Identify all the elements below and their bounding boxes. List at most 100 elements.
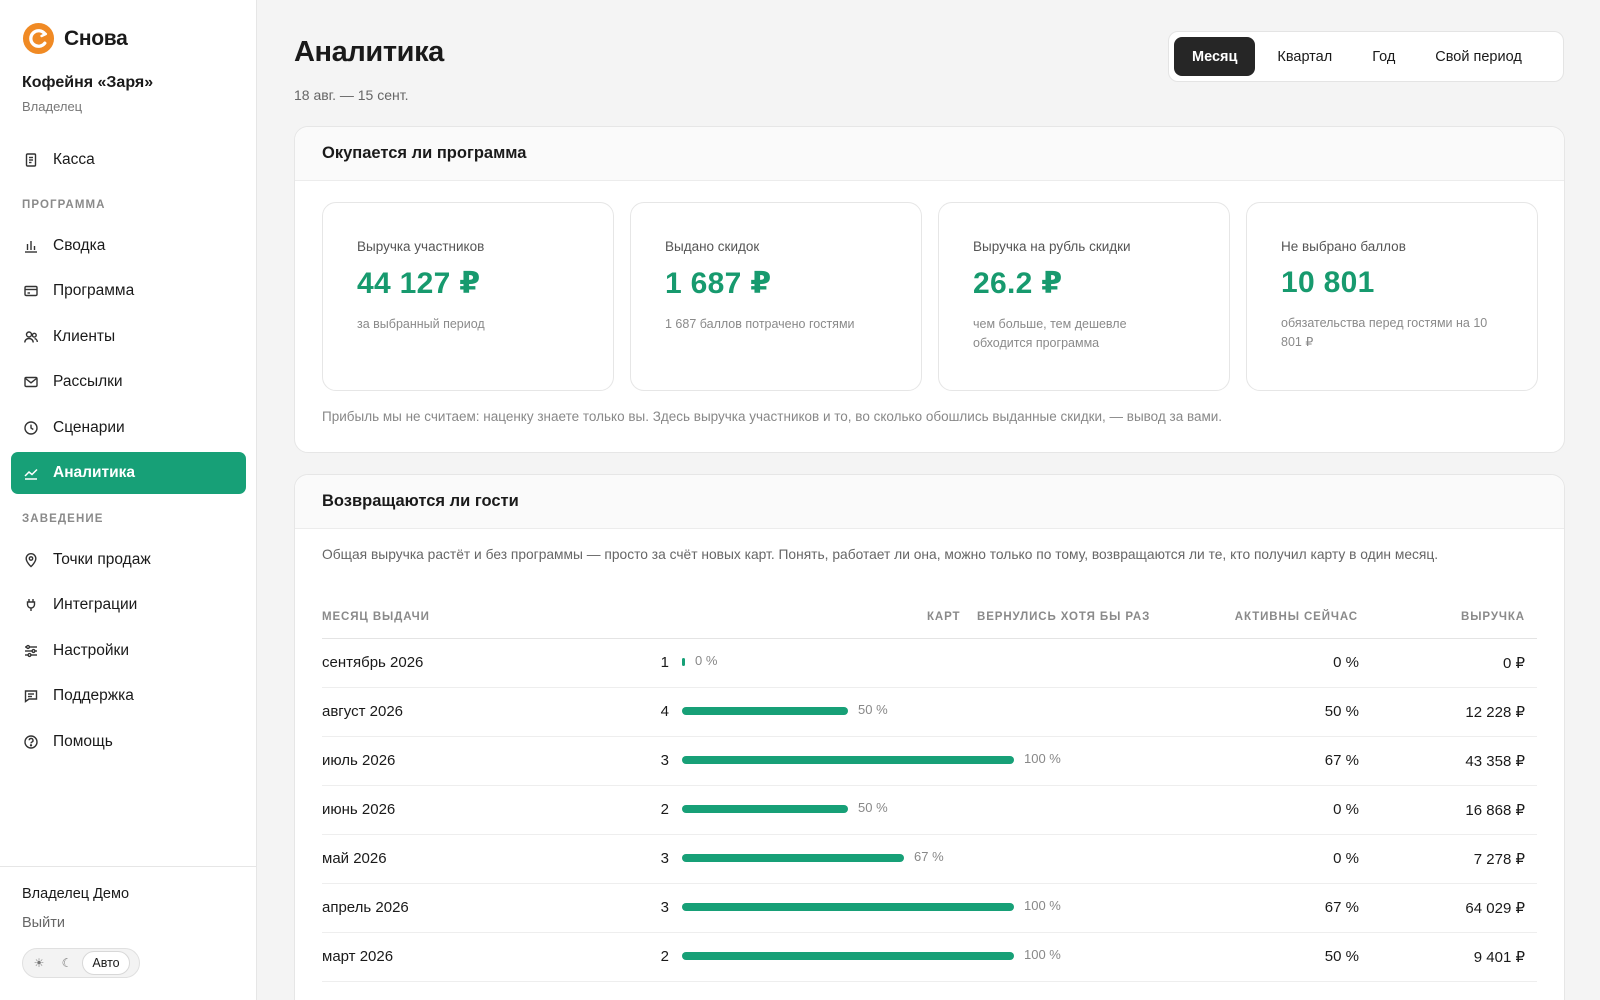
nav-label: Настройки bbox=[53, 642, 130, 659]
nav-item-klienty[interactable]: Клиенты bbox=[11, 316, 246, 358]
nav-label: Сводка bbox=[53, 237, 106, 254]
theme-light-icon[interactable]: ☀ bbox=[26, 956, 52, 970]
metric-label: Выручка на рубль скидки bbox=[973, 239, 1131, 254]
payback-card-title: Окупается ли программа bbox=[295, 127, 1564, 181]
returned-bar bbox=[682, 805, 848, 813]
cell-revenue: 0 ₽ bbox=[1502, 655, 1525, 672]
nav-label: Программа bbox=[53, 282, 135, 299]
metric-label: Выдано скидок bbox=[665, 239, 760, 254]
cell-revenue: 16 868 ₽ bbox=[1465, 802, 1525, 819]
nav-item-tochki-prodazh[interactable]: Точки продаж bbox=[11, 539, 246, 581]
returned-bar bbox=[682, 658, 685, 666]
returned-label: 0 % bbox=[695, 653, 718, 668]
returned-bar bbox=[682, 756, 1014, 764]
period-custom-button[interactable]: Свой период bbox=[1417, 37, 1540, 76]
brand-logo-icon bbox=[22, 22, 55, 55]
metric-value: 26.2 ₽ bbox=[973, 267, 1063, 300]
cell-month: июнь 2026 bbox=[322, 801, 396, 818]
nav-item-scenarii[interactable]: Сценарии bbox=[11, 407, 246, 449]
theme-dark-icon[interactable]: ☾ bbox=[54, 956, 80, 970]
cell-cards: 2 bbox=[660, 948, 669, 965]
cell-active: 67 % bbox=[1324, 752, 1359, 769]
mail-icon bbox=[24, 376, 38, 388]
bar-chart-icon bbox=[25, 241, 37, 253]
column-header-month: МЕСЯЦ ВЫДАЧИ bbox=[322, 611, 430, 623]
cell-revenue: 64 029 ₽ bbox=[1465, 900, 1525, 917]
cell-cards: 3 bbox=[660, 752, 669, 769]
nav-item-svodka[interactable]: Сводка bbox=[11, 225, 246, 267]
retention-card: Возвращаются ли гости Общая выручка раст… bbox=[294, 474, 1565, 1000]
metric-card-unspent-points: Не выбрано баллов 10 801 обязательства п… bbox=[1246, 202, 1538, 391]
cell-month: май 2026 bbox=[322, 850, 387, 867]
period-year-button[interactable]: Год bbox=[1354, 37, 1413, 76]
retention-intro: Общая выручка растёт и без программы — п… bbox=[322, 547, 1439, 562]
cell-active: 0 % bbox=[1333, 654, 1359, 671]
nav-item-programma[interactable]: Программа bbox=[11, 270, 246, 312]
metric-sub: обязательства перед гостями на 10 801 ₽ bbox=[1281, 316, 1488, 349]
nav-item-integracii[interactable]: Интеграции bbox=[11, 584, 246, 626]
brand[interactable]: Снова bbox=[22, 22, 128, 55]
nav-label: Рассылки bbox=[53, 373, 123, 390]
nav-label: Сценарии bbox=[53, 419, 125, 436]
table-row: май 2026 3 67 % 0 % 7 278 ₽ bbox=[322, 835, 1537, 884]
nav-item-analitika[interactable]: Аналитика bbox=[11, 452, 246, 494]
logout-link[interactable]: Выйти bbox=[22, 915, 65, 931]
cell-cards: 3 bbox=[660, 850, 669, 867]
nav-label: Аналитика bbox=[53, 464, 136, 481]
metric-card-revenue-per-ruble: Выручка на рубль скидки 26.2 ₽ чем больш… bbox=[938, 202, 1230, 391]
nav-label: Поддержка bbox=[53, 687, 134, 704]
venue-name: Кофейня «Заря» bbox=[22, 74, 154, 91]
cell-active: 50 % bbox=[1324, 703, 1359, 720]
returned-bar bbox=[682, 707, 848, 715]
nav-item-nastroiki[interactable]: Настройки bbox=[11, 630, 246, 672]
venue-role: Владелец bbox=[22, 99, 83, 114]
returned-label: 67 % bbox=[914, 849, 944, 864]
metric-label: Не выбрано баллов bbox=[1281, 239, 1406, 254]
cell-month: июль 2026 bbox=[322, 752, 396, 769]
page-title: Аналитика bbox=[294, 36, 444, 68]
returned-label: 100 % bbox=[1024, 898, 1061, 913]
nav-label: Касса bbox=[53, 151, 95, 168]
column-header-active: АКТИВНЫ СЕЙЧАС bbox=[1234, 611, 1358, 623]
cell-cards: 4 bbox=[660, 703, 669, 720]
sliders-icon bbox=[25, 644, 37, 658]
returned-bar bbox=[682, 903, 1014, 911]
payback-card: Окупается ли программа Выручка участнико… bbox=[294, 126, 1565, 453]
nav-label: Клиенты bbox=[53, 328, 116, 345]
nav-section-program: ПРОГРАММА bbox=[22, 199, 106, 211]
returned-label: 100 % bbox=[1024, 947, 1061, 962]
table-row: март 2026 2 100 % 50 % 9 401 ₽ bbox=[322, 933, 1537, 982]
card-icon bbox=[24, 285, 38, 297]
nav-item-podderzhka[interactable]: Поддержка bbox=[11, 675, 246, 717]
column-header-revenue: ВЫРУЧКА bbox=[1461, 611, 1525, 623]
cell-month: март 2026 bbox=[322, 948, 394, 965]
table-row: август 2026 4 50 % 50 % 12 228 ₽ bbox=[322, 688, 1537, 737]
cell-active: 0 % bbox=[1333, 801, 1359, 818]
nav-item-pomoshch[interactable]: Помощь bbox=[11, 721, 246, 763]
period-switch: Месяц Квартал Год Свой период bbox=[1168, 31, 1564, 82]
cell-cards: 3 bbox=[660, 899, 669, 916]
table-row: июль 2026 3 100 % 67 % 43 358 ₽ bbox=[322, 737, 1537, 786]
table-row: апрель 2026 3 100 % 67 % 64 029 ₽ bbox=[322, 884, 1537, 933]
theme-auto-option[interactable]: Авто bbox=[82, 951, 130, 975]
nav-item-rassylki[interactable]: Рассылки bbox=[11, 361, 246, 403]
cell-revenue: 43 358 ₽ bbox=[1465, 753, 1525, 770]
column-header-cards: КАРТ bbox=[927, 611, 961, 623]
cell-cards: 2 bbox=[660, 801, 669, 818]
metric-sub: 1 687 баллов потрачено гостями bbox=[665, 317, 855, 331]
table-row: июнь 2026 2 50 % 0 % 16 868 ₽ bbox=[322, 786, 1537, 835]
returned-label: 50 % bbox=[858, 800, 888, 815]
nav-item-kassa[interactable]: Касса bbox=[11, 139, 246, 181]
plug-icon bbox=[26, 599, 36, 611]
payback-note: Прибыль мы не считаем: наценку знаете то… bbox=[322, 409, 1223, 424]
trend-icon bbox=[24, 468, 38, 480]
nav-label: Интеграции bbox=[53, 596, 138, 613]
receipt-icon bbox=[25, 153, 37, 167]
clock-icon bbox=[24, 421, 38, 435]
nav-label: Точки продаж bbox=[53, 551, 151, 568]
period-quarter-button[interactable]: Квартал bbox=[1259, 37, 1350, 76]
period-month-button[interactable]: Месяц bbox=[1174, 37, 1256, 76]
date-range: 18 авг. — 15 сент. bbox=[294, 87, 409, 103]
returned-bar bbox=[682, 952, 1014, 960]
metric-label: Выручка участников bbox=[357, 239, 485, 254]
